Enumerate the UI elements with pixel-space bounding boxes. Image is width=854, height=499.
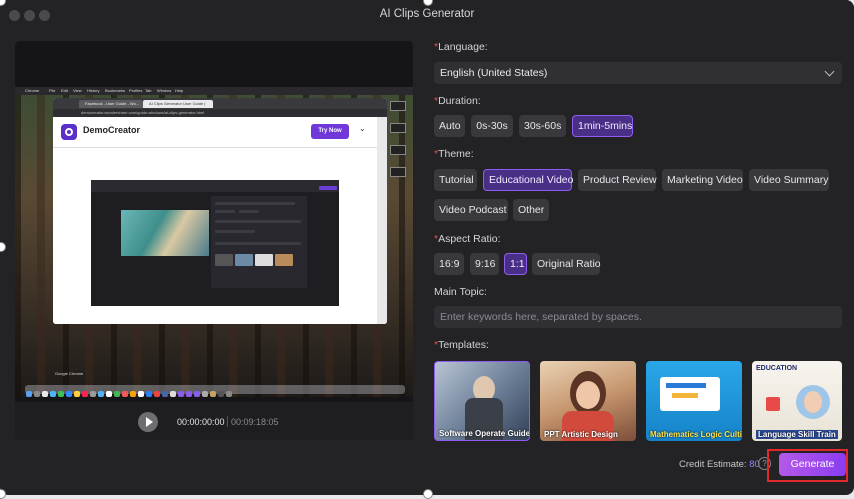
aspect-option-1-1[interactable]: 1:1 bbox=[504, 253, 527, 275]
theme-option-video-podcast[interactable]: Video Podcast bbox=[434, 199, 508, 221]
templates-label: *Templates: bbox=[434, 339, 489, 351]
current-time: 00:00:00:00 bbox=[177, 417, 225, 427]
theme-option-tutorial[interactable]: Tutorial bbox=[434, 169, 477, 191]
inner-app-screenshot bbox=[91, 180, 339, 306]
theme-label: *Theme: bbox=[434, 148, 474, 160]
language-label: *Language: bbox=[434, 41, 488, 53]
duration-label: *Duration: bbox=[434, 95, 481, 107]
democreator-banner: DemoCreator Try Now ⌄ bbox=[53, 117, 377, 148]
theme-option-educational-video[interactable]: Educational Video bbox=[483, 169, 573, 191]
preview-frame: Chrome File Edit View History Bookmarks … bbox=[15, 87, 413, 397]
duration-option-0-30s[interactable]: 0s-30s bbox=[471, 115, 513, 137]
democreator-logo-icon bbox=[61, 124, 77, 140]
play-icon bbox=[146, 417, 153, 427]
aspect-option-original[interactable]: Original Ratio bbox=[532, 253, 601, 275]
resize-handle[interactable] bbox=[423, 489, 433, 499]
duration-option-auto[interactable]: Auto bbox=[434, 115, 465, 137]
resize-handle[interactable] bbox=[0, 489, 6, 499]
credit-estimate: Credit Estimate: 80 bbox=[679, 459, 760, 470]
theme-option-product-review[interactable]: Product Review bbox=[578, 169, 657, 191]
theme-option-other[interactable]: Other bbox=[513, 199, 549, 221]
template-card[interactable]: PPT Artistic Design bbox=[540, 361, 636, 441]
duration-option-30-60s[interactable]: 30s-60s bbox=[519, 115, 566, 137]
aspect-ratio-label: *Aspect Ratio: bbox=[434, 233, 501, 245]
main-topic-label: Main Topic: bbox=[434, 286, 487, 298]
theme-option-video-summary[interactable]: Video Summary bbox=[749, 169, 829, 191]
player-controls: 00:00:00:00 00:09:18:05 bbox=[15, 402, 413, 440]
template-card[interactable]: Software Operate Guide bbox=[434, 361, 530, 441]
video-preview: Chrome File Edit View History Bookmarks … bbox=[15, 41, 413, 440]
template-card[interactable]: Mathematics Logic Cultivate bbox=[646, 361, 742, 441]
mac-dock bbox=[25, 385, 405, 397]
theme-option-marketing-video[interactable]: Marketing Video bbox=[662, 169, 743, 191]
language-select[interactable]: English (United States) bbox=[434, 62, 842, 84]
main-topic-input[interactable] bbox=[434, 306, 842, 328]
play-button[interactable] bbox=[138, 412, 158, 432]
aspect-option-16-9[interactable]: 16:9 bbox=[434, 253, 464, 275]
duration-option-1-5min[interactable]: 1min-5mins bbox=[572, 115, 633, 137]
total-time: 00:09:18:05 bbox=[231, 417, 279, 427]
window-title: AI Clips Generator bbox=[379, 8, 475, 20]
chevron-down-icon: ⌄ bbox=[359, 124, 366, 133]
mac-menubar: Chrome File Edit View History Bookmarks … bbox=[15, 87, 413, 95]
try-now-button: Try Now bbox=[311, 124, 349, 139]
desktop-screenshots bbox=[389, 101, 407, 189]
app-window: AI Clips Generator Chrome File Edit View… bbox=[0, 0, 854, 495]
generate-button[interactable]: Generate bbox=[779, 453, 846, 476]
aspect-option-9-16[interactable]: 9:16 bbox=[470, 253, 499, 275]
chevron-down-icon bbox=[824, 66, 835, 77]
preview-browser-window: Facebook - User Guide - Wo... AI Clips G… bbox=[53, 98, 387, 324]
template-card[interactable]: EDUCATION Language Skill Train bbox=[752, 361, 842, 441]
